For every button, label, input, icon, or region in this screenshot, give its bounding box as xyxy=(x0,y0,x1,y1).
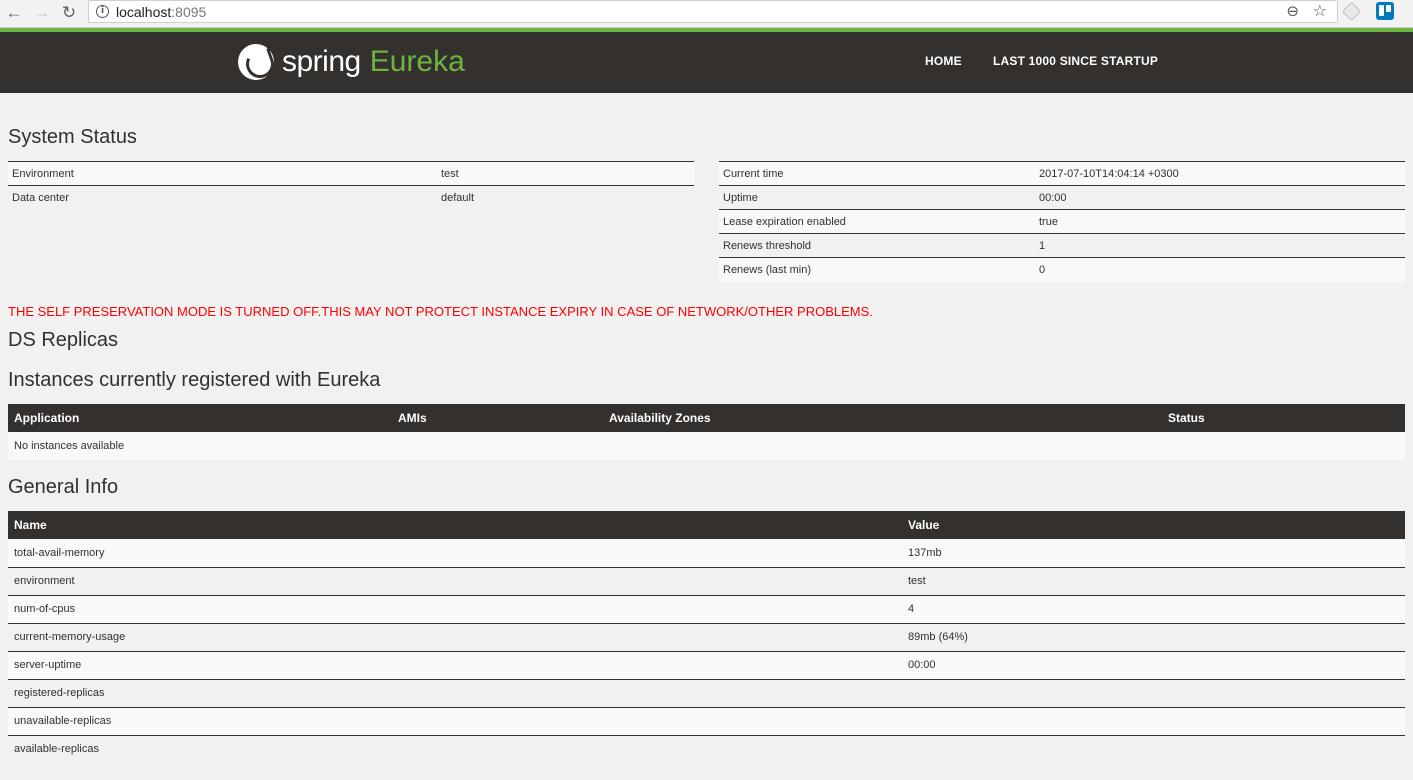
no-instances-text: No instances available xyxy=(8,432,1405,460)
table-row: Current time 2017-07-10T14:04:14 +0300 xyxy=(719,161,1405,186)
info-value xyxy=(902,678,1405,707)
address-bar[interactable]: i localhost:8095 ⊖ ☆ xyxy=(88,0,1338,23)
nav-last-1000-link[interactable]: LAST 1000 SINCE STARTUP xyxy=(993,54,1158,68)
info-value: test xyxy=(902,566,1405,595)
general-info-table: Name Value total-avail-memory 137mb envir… xyxy=(8,511,1405,763)
info-name: unavailable-replicas xyxy=(8,706,902,735)
status-value: 1 xyxy=(1035,233,1405,258)
self-preservation-warning: THE SELF PRESERVATION MODE IS TURNED OFF… xyxy=(8,304,873,319)
back-arrow-icon[interactable]: ← xyxy=(3,2,25,24)
status-value: true xyxy=(1035,209,1405,234)
info-name: server-uptime xyxy=(8,650,902,679)
status-label: Renews threshold xyxy=(719,233,1035,258)
trello-extension-icon[interactable] xyxy=(1376,2,1394,20)
table-row: available-replicas xyxy=(8,734,1405,763)
instances-table: Application AMIs Availability Zones Stat… xyxy=(8,404,1405,460)
table-header-row: Application AMIs Availability Zones Stat… xyxy=(8,404,1405,432)
status-label: Uptime xyxy=(719,185,1035,210)
status-value: default xyxy=(437,185,694,210)
bookmark-star-icon[interactable]: ☆ xyxy=(1313,1,1327,21)
browser-toolbar: ← → ↻ i localhost:8095 ⊖ ☆ xyxy=(0,0,1413,28)
column-header-amis[interactable]: AMIs xyxy=(392,404,603,432)
column-header-name[interactable]: Name xyxy=(8,511,902,539)
column-header-availability-zones[interactable]: Availability Zones xyxy=(603,404,1162,432)
general-info-heading: General Info xyxy=(8,476,119,498)
spring-eureka-logo[interactable]: spring Eureka xyxy=(238,42,465,82)
status-label: Current time xyxy=(719,161,1035,186)
extension-cube-icon[interactable] xyxy=(1341,1,1362,22)
info-value xyxy=(902,734,1405,763)
nav-home-link[interactable]: HOME xyxy=(925,54,962,68)
info-name: current-memory-usage xyxy=(8,622,902,651)
table-row: Lease expiration enabled true xyxy=(719,209,1405,234)
table-row: Renews threshold 1 xyxy=(719,233,1405,258)
reload-icon[interactable]: ↻ xyxy=(58,2,80,24)
logo-eureka-text: Eureka xyxy=(369,45,465,78)
info-name: registered-replicas xyxy=(8,678,902,707)
system-status-heading: System Status xyxy=(8,126,137,148)
info-value: 137mb xyxy=(902,539,1405,567)
info-name: environment xyxy=(8,566,902,595)
table-row: Uptime 00:00 xyxy=(719,185,1405,210)
table-row: current-memory-usage 89mb (64%) xyxy=(8,622,1405,651)
system-status-right-table: Current time 2017-07-10T14:04:14 +0300 U… xyxy=(719,161,1405,282)
logo-spring-text: spring xyxy=(282,45,361,78)
info-value: 89mb (64%) xyxy=(902,622,1405,651)
info-name: available-replicas xyxy=(8,734,902,763)
status-value: test xyxy=(437,161,694,186)
info-value xyxy=(902,706,1405,735)
site-info-icon[interactable]: i xyxy=(96,5,109,18)
status-label: Lease expiration enabled xyxy=(719,209,1035,234)
column-header-application[interactable]: Application xyxy=(8,404,392,432)
url-text: localhost:8095 xyxy=(116,4,207,20)
status-value: 0 xyxy=(1035,257,1405,282)
status-value: 00:00 xyxy=(1035,185,1405,210)
table-row: server-uptime 00:00 xyxy=(8,650,1405,679)
ds-replicas-heading: DS Replicas xyxy=(8,329,119,351)
table-row: Environment test xyxy=(8,161,694,186)
status-label: Renews (last min) xyxy=(719,257,1035,282)
info-name: num-of-cpus xyxy=(8,594,902,623)
status-label: Environment xyxy=(8,161,437,186)
info-value: 00:00 xyxy=(902,650,1405,679)
info-name: total-avail-memory xyxy=(8,539,902,567)
table-row: total-avail-memory 137mb xyxy=(8,539,1405,567)
table-header-row: Name Value xyxy=(8,511,1405,539)
info-value: 4 xyxy=(902,594,1405,623)
table-row: num-of-cpus 4 xyxy=(8,594,1405,623)
zoom-icon[interactable]: ⊖ xyxy=(1286,2,1299,20)
status-value: 2017-07-10T14:04:14 +0300 xyxy=(1035,161,1405,186)
column-header-status[interactable]: Status xyxy=(1162,404,1405,432)
forward-arrow-icon[interactable]: → xyxy=(31,2,53,24)
table-row: No instances available xyxy=(8,432,1405,460)
table-row: Renews (last min) 0 xyxy=(719,257,1405,282)
table-row: registered-replicas xyxy=(8,678,1405,707)
table-row: environment test xyxy=(8,566,1405,595)
system-status-left-table: Environment test Data center default xyxy=(8,161,694,210)
status-label: Data center xyxy=(8,185,437,210)
table-row: unavailable-replicas xyxy=(8,706,1405,735)
navbar: spring Eureka HOME LAST 1000 SINCE START… xyxy=(0,28,1413,93)
column-header-value[interactable]: Value xyxy=(902,511,1405,539)
table-row: Data center default xyxy=(8,185,694,210)
spring-leaf-icon xyxy=(238,44,274,80)
instances-heading: Instances currently registered with Eure… xyxy=(8,369,381,391)
